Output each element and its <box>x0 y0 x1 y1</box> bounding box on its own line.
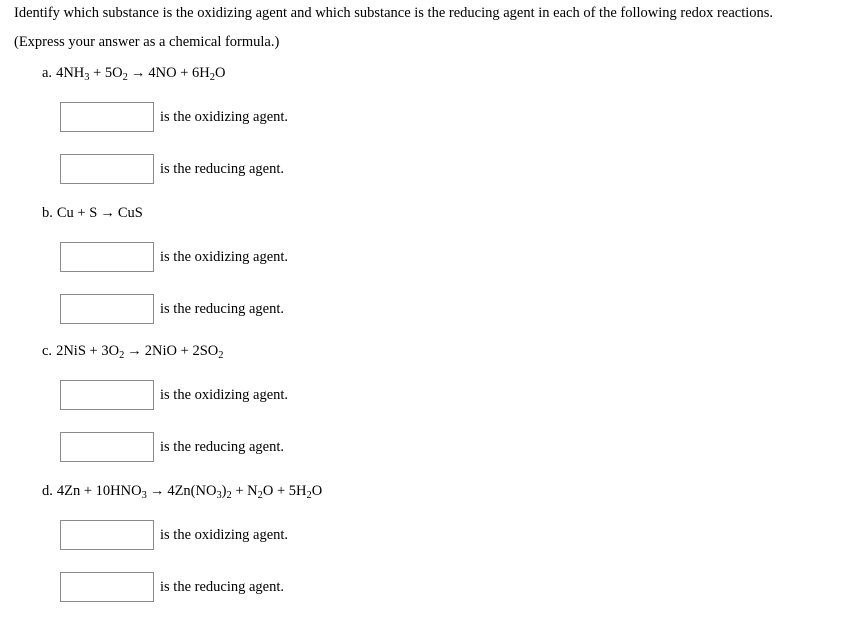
oxidizing-agent-input-d[interactable] <box>60 520 154 550</box>
reducing-agent-input-a[interactable] <box>60 154 154 184</box>
oxidizing-agent-label-c: is the oxidizing agent. <box>160 387 289 403</box>
reaction-arrow-icon: → <box>100 205 115 221</box>
reducing-agent-label-a: is the reducing agent. <box>160 161 285 177</box>
oxidizing-agent-input-a[interactable] <box>60 102 154 132</box>
instruction-primary: Identify which substance is the oxidizin… <box>14 5 774 21</box>
item-letter-c: c. <box>42 343 53 359</box>
reaction-arrow-icon: → <box>130 65 146 81</box>
reaction-arrow-icon: → <box>149 483 165 499</box>
equation-a-text: 4NH3 + 5O2 → 4NO + 6H2O <box>56 65 226 83</box>
equation-c: c. 2NiS + 3O2 → 2NiO + 2SO2 <box>42 342 224 361</box>
instruction-secondary: (Express your answer as a chemical formu… <box>14 34 280 50</box>
reducing-agent-input-c[interactable] <box>60 432 154 462</box>
equation-a: a. 4NH3 + 5O2 → 4NO + 6H2O <box>42 64 226 83</box>
answer-row-reducing-a: is the reducing agent. <box>60 154 284 184</box>
oxidizing-agent-input-c[interactable] <box>60 380 154 410</box>
answer-row-oxidizing-b: is the oxidizing agent. <box>60 242 288 272</box>
answer-row-oxidizing-c: is the oxidizing agent. <box>60 380 288 410</box>
reducing-agent-label-d: is the reducing agent. <box>160 579 285 595</box>
answer-row-oxidizing-a: is the oxidizing agent. <box>60 102 288 132</box>
oxidizing-agent-label-a: is the oxidizing agent. <box>160 109 289 125</box>
equation-d: d. 4Zn + 10HNO3 → 4Zn(NO3)2 + N2O + 5H2O <box>42 482 323 501</box>
item-letter-a: a. <box>42 65 53 81</box>
answer-row-oxidizing-d: is the oxidizing agent. <box>60 520 288 550</box>
answer-row-reducing-d: is the reducing agent. <box>60 572 284 602</box>
worksheet-page: Identify which substance is the oxidizin… <box>0 0 852 625</box>
equation-c-text: 2NiS + 3O2 → 2NiO + 2SO2 <box>56 343 224 361</box>
oxidizing-agent-input-b[interactable] <box>60 242 154 272</box>
equation-b: b. Cu + S → CuS <box>42 204 143 222</box>
item-letter-b: b. <box>42 205 53 221</box>
oxidizing-agent-label-d: is the oxidizing agent. <box>160 527 289 543</box>
answer-row-reducing-c: is the reducing agent. <box>60 432 284 462</box>
reducing-agent-label-b: is the reducing agent. <box>160 301 285 317</box>
reducing-agent-input-d[interactable] <box>60 572 154 602</box>
reaction-arrow-icon: → <box>127 343 142 359</box>
reducing-agent-input-b[interactable] <box>60 294 154 324</box>
oxidizing-agent-label-b: is the oxidizing agent. <box>160 249 289 265</box>
equation-b-text: Cu + S → CuS <box>56 205 143 221</box>
reducing-agent-label-c: is the reducing agent. <box>160 439 285 455</box>
item-letter-d: d. <box>42 483 53 499</box>
equation-d-text: 4Zn + 10HNO3 → 4Zn(NO3)2 + N2O + 5H2O <box>56 483 323 501</box>
answer-row-reducing-b: is the reducing agent. <box>60 294 284 324</box>
